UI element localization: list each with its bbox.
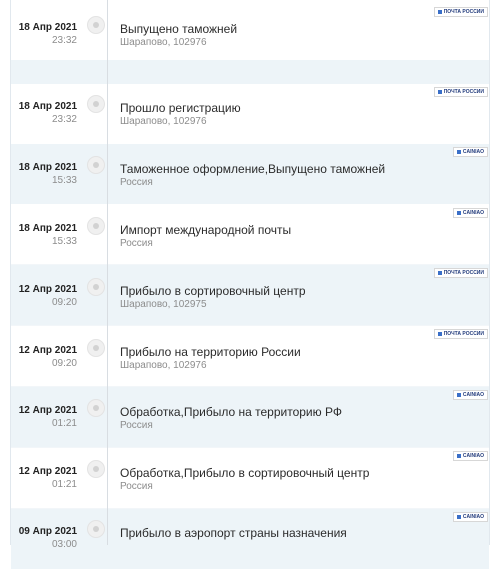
timeline-dot-icon: [87, 217, 105, 235]
event-location: Шарапово, 102976: [120, 360, 207, 371]
carrier-logo: ПОЧТА РОССИИ: [433, 7, 488, 17]
event-time: 09:20: [51, 297, 77, 308]
event-status: Таможенное оформление,Выпущено таможней: [120, 162, 386, 176]
event-status: Прошло регистрацию: [120, 101, 241, 115]
timeline-dot-icon: [87, 339, 105, 357]
event-status: Обработка,Прибыло на территорию РФ: [120, 405, 342, 419]
event-location: Россия: [120, 420, 153, 431]
timeline-dot-icon: [87, 95, 105, 113]
carrier-logo: CAINIAO: [452, 208, 488, 218]
timeline-dot-icon: [87, 460, 105, 478]
event-date: 18 Апр 2021: [18, 162, 77, 173]
carrier-logo: CAINIAO: [452, 390, 488, 400]
event-date: 18 Апр 2021: [18, 223, 77, 234]
event-date: 12 Апр 2021: [18, 345, 77, 356]
event-location: Шарапово, 102976: [120, 37, 207, 48]
event-time: 01:21: [51, 479, 77, 490]
timeline-dot-icon: [87, 156, 105, 174]
carrier-logo-icon: [456, 393, 461, 397]
event-location: Россия: [120, 481, 153, 492]
carrier-logo-icon: [456, 454, 461, 458]
carrier-logo: ПОЧТА РОССИИ: [433, 268, 488, 278]
event-location: Россия: [120, 177, 153, 188]
event-status: Обработка,Прибыло в сортировочный центр: [120, 466, 370, 480]
carrier-logo-icon: [456, 150, 461, 154]
timeline-dot-icon: [87, 520, 105, 538]
event-location: Шарапово, 102975: [120, 299, 207, 310]
event-date: 12 Апр 2021: [18, 284, 77, 295]
row-separator: [11, 60, 489, 84]
event-status: Импорт международной почты: [120, 223, 292, 237]
event-status: Прибыло в аэропорт страны назначения: [120, 526, 347, 540]
event-location: Россия: [120, 238, 153, 249]
event-date: 09 Апр 2021: [18, 526, 77, 537]
carrier-logo-icon: [437, 332, 442, 336]
event-time: 23:32: [51, 35, 77, 46]
carrier-logo-icon: [456, 515, 461, 519]
event-status: Выпущено таможней: [120, 22, 238, 36]
carrier-logo-icon: [437, 271, 442, 275]
timeline-line: [107, 0, 108, 545]
event-time: 15:33: [51, 236, 77, 247]
event-time: 23:32: [51, 114, 77, 125]
event-date: 12 Апр 2021: [18, 405, 77, 416]
carrier-logo: CAINIAO: [452, 512, 488, 522]
carrier-logo: ПОЧТА РОССИИ: [433, 87, 488, 97]
event-date: 18 Апр 2021: [18, 101, 77, 112]
table-row: [11, 0, 489, 60]
carrier-logo-icon: [437, 10, 442, 14]
event-date: 18 Апр 2021: [18, 22, 77, 33]
carrier-logo: CAINIAO: [452, 147, 488, 157]
table-row: [11, 84, 489, 144]
carrier-logo-icon: [437, 90, 442, 94]
event-time: 09:20: [51, 358, 77, 369]
carrier-logo: ПОЧТА РОССИИ: [433, 329, 488, 339]
event-date: 12 Апр 2021: [18, 466, 77, 477]
carrier-logo-icon: [456, 211, 461, 215]
timeline-dot-icon: [87, 278, 105, 296]
event-status: Прибыло на территорию России: [120, 345, 301, 359]
event-time: 15:33: [51, 175, 77, 186]
carrier-logo: CAINIAO: [452, 451, 488, 461]
tracking-history-panel: 18 Апр 2021 23:32 Выпущено таможней Шара…: [10, 0, 490, 569]
event-location: Шарапово, 102976: [120, 116, 207, 127]
timeline-dot-icon: [87, 399, 105, 417]
timeline-dot-icon: [87, 16, 105, 34]
event-status: Прибыло в сортировочный центр: [120, 284, 306, 298]
event-time: 01:21: [51, 418, 77, 429]
